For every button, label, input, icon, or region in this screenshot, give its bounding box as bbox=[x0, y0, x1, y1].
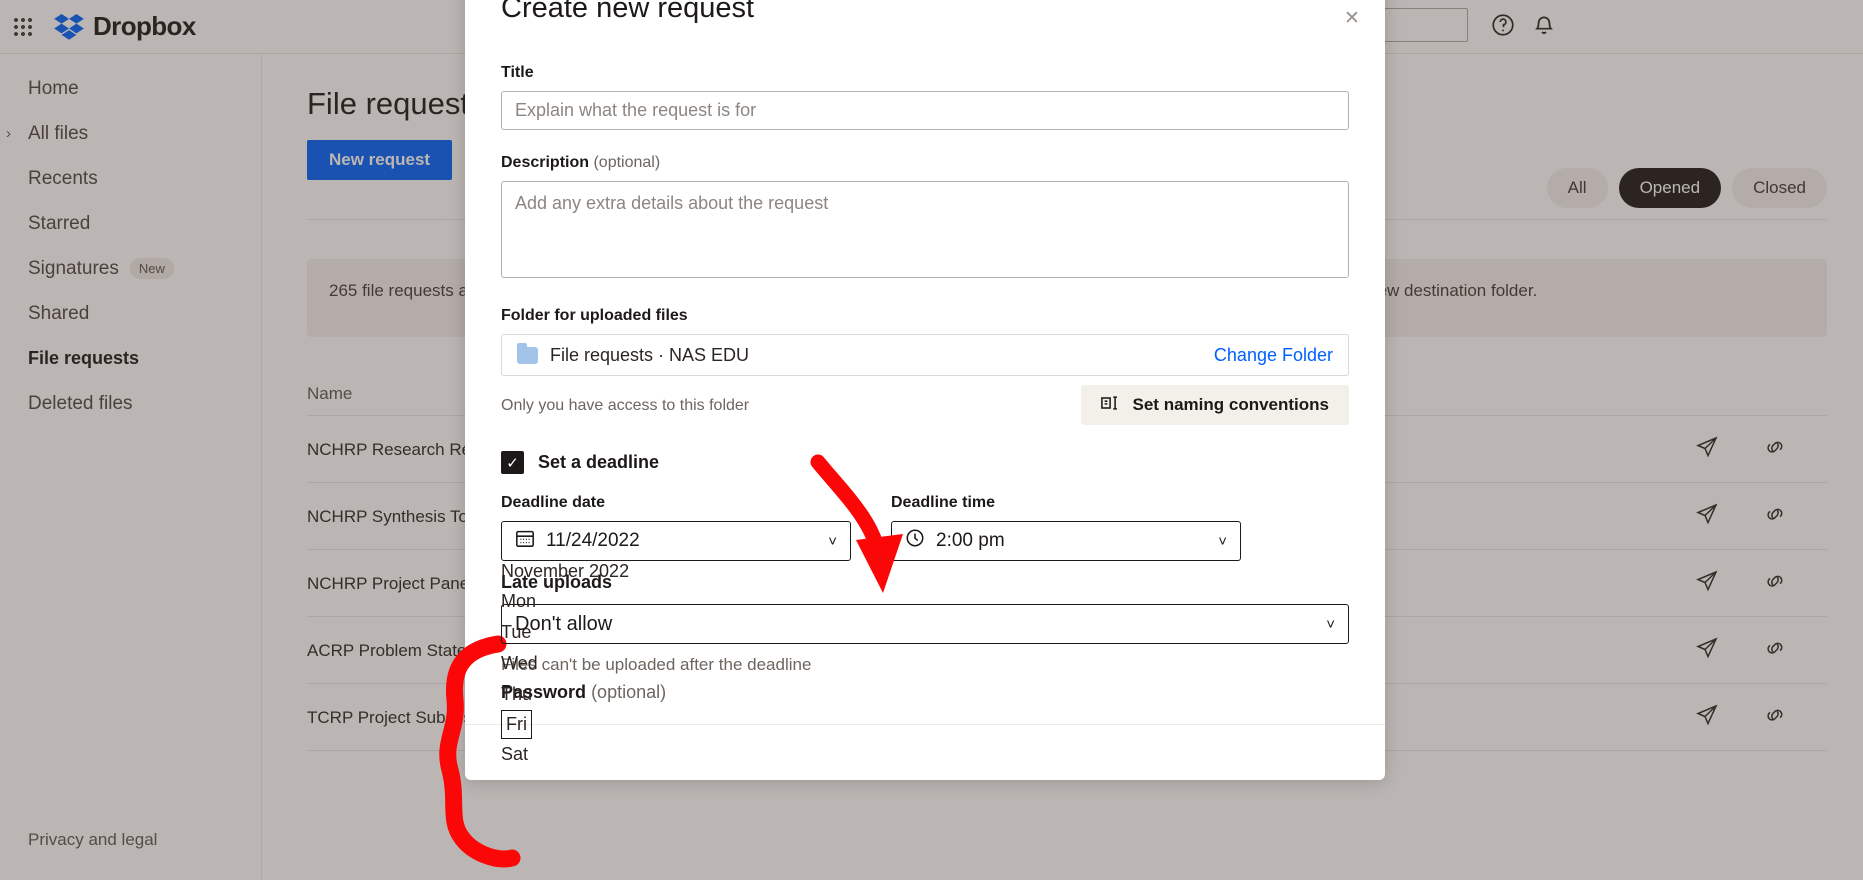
password-label: Password bbox=[501, 682, 587, 702]
description-field-group: Description (optional) bbox=[501, 154, 1349, 283]
title-label: Title bbox=[501, 64, 534, 81]
folder-path: File requests · NAS EDU bbox=[550, 344, 750, 365]
folder-icon bbox=[517, 342, 538, 364]
deadline-time-group: Deadline time 2:00 pm ˅ bbox=[891, 494, 1241, 561]
title-input[interactable] bbox=[501, 91, 1349, 130]
description-textarea[interactable] bbox=[501, 181, 1349, 278]
set-deadline-checkbox[interactable]: ✓ bbox=[501, 451, 524, 474]
calendar-icon bbox=[515, 528, 535, 554]
folder-subrow: Only you have access to this folder Set … bbox=[501, 385, 1349, 425]
optional-tag: (optional) bbox=[593, 154, 661, 171]
deadline-date-group: Deadline date 11/24/2022 ˅ bbox=[501, 494, 851, 561]
change-folder-link[interactable]: Change Folder bbox=[1214, 345, 1333, 366]
calendar-weekday[interactable]: Sat bbox=[501, 739, 801, 770]
deadline-time-label: Deadline time bbox=[891, 494, 996, 511]
late-uploads-select[interactable]: Don't allow ˅ bbox=[501, 604, 1349, 644]
clock-icon bbox=[905, 528, 925, 554]
deadline-date-value: 11/24/2022 bbox=[546, 530, 640, 551]
late-uploads-label: Late uploads bbox=[501, 572, 613, 592]
deadline-time-value: 2:00 pm bbox=[936, 530, 1005, 551]
dialog-body: Title Description (optional) Folder for … bbox=[501, 64, 1349, 561]
set-deadline-label: Set a deadline bbox=[538, 452, 660, 472]
password-group: Password (optional) bbox=[501, 682, 666, 703]
chevron-down-icon[interactable]: ˅ bbox=[1218, 533, 1227, 550]
set-naming-conventions-button[interactable]: Set naming conventions bbox=[1080, 385, 1349, 425]
folder-group: Folder for uploaded files File requests … bbox=[501, 307, 1349, 425]
folder-access-note: Only you have access to this folder bbox=[501, 397, 750, 414]
late-uploads-value: Don't allow bbox=[515, 612, 613, 635]
chevron-down-icon[interactable]: ˅ bbox=[828, 533, 837, 550]
create-new-request-dialog: Create new request ✕ Title Description (… bbox=[465, 0, 1385, 780]
naming-conventions-icon bbox=[1100, 394, 1121, 417]
close-icon[interactable]: ✕ bbox=[1341, 8, 1363, 30]
set-deadline-checkbox-row[interactable]: ✓ Set a deadline bbox=[501, 451, 1349, 474]
deadline-date-label: Deadline date bbox=[501, 494, 606, 511]
folder-label: Folder for uploaded files bbox=[501, 307, 688, 324]
screen: Dropbox Home › All files Recents Starred… bbox=[0, 0, 1863, 880]
chevron-down-icon[interactable]: ˅ bbox=[1326, 616, 1335, 633]
dialog-title: Create new request bbox=[501, 0, 755, 24]
optional-tag: (optional) bbox=[591, 682, 667, 702]
deadline-date-select[interactable]: 11/24/2022 ˅ bbox=[501, 521, 851, 561]
checkmark-icon: ✓ bbox=[506, 454, 519, 472]
naming-conventions-label: Set naming conventions bbox=[1132, 395, 1329, 414]
deadline-fields: Deadline date 11/24/2022 ˅ Deadline time… bbox=[501, 494, 1349, 561]
late-uploads-note: Files can't be uploaded after the deadli… bbox=[501, 655, 812, 674]
folder-selection-box: File requests · NAS EDU Change Folder bbox=[501, 334, 1349, 376]
dialog-divider bbox=[465, 724, 1385, 725]
late-uploads-group: Late uploads Don't allow ˅ Files can't b… bbox=[501, 572, 1349, 675]
title-field-group: Title bbox=[501, 64, 1349, 130]
deadline-time-select[interactable]: 2:00 pm ˅ bbox=[891, 521, 1241, 561]
description-label: Description (optional) bbox=[501, 154, 661, 171]
